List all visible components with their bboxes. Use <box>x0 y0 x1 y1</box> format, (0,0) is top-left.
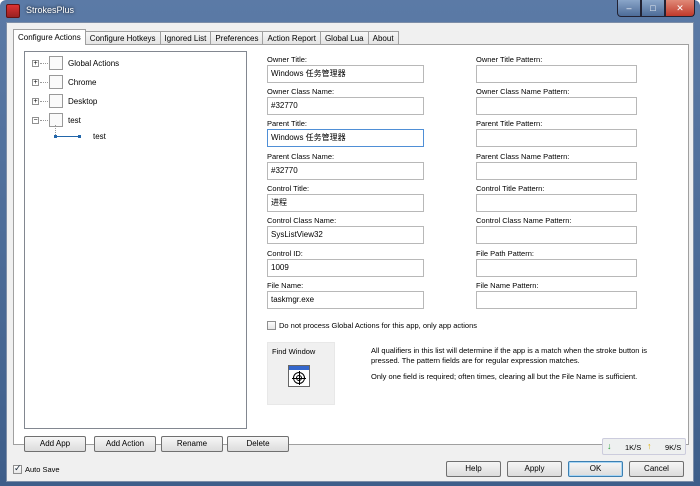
tab-global-lua[interactable]: Global Lua <box>319 31 369 45</box>
tab-preferences[interactable]: Preferences <box>210 31 264 45</box>
tab-about[interactable]: About <box>367 31 399 45</box>
add-action-button[interactable]: Add Action <box>94 436 156 452</box>
tree-connector <box>40 81 48 83</box>
parent-class-name-pattern-label: Parent Class Name Pattern: <box>476 152 570 161</box>
owner-class-name-pattern-label: Owner Class Name Pattern: <box>476 87 570 96</box>
owner-class-name-input[interactable]: #32770 <box>267 97 424 115</box>
tree-item-global-actions[interactable]: + Global Actions <box>32 55 119 71</box>
rename-button[interactable]: Rename <box>161 436 223 452</box>
file-path-pattern-label: File Path Pattern: <box>476 249 534 258</box>
no-global-actions-checkbox[interactable] <box>267 321 276 330</box>
window-title: StrokesPlus <box>26 5 75 15</box>
strokesplus-window: StrokesPlus – □ ✕ Configure Actions Conf… <box>0 0 700 486</box>
app-icon <box>6 4 20 18</box>
collapse-icon[interactable]: − <box>32 116 39 124</box>
tree-item-label: test <box>93 132 106 141</box>
parent-class-name-pattern-input[interactable] <box>476 162 637 180</box>
parent-title-pattern-label: Parent Title Pattern: <box>476 119 543 128</box>
file-name-pattern-label: File Name Pattern: <box>476 281 539 290</box>
tree-connector <box>40 119 48 121</box>
network-monitor-widget: ↓ 1K/S ↑ 9K/S <box>602 438 686 455</box>
crosshair-target-icon[interactable] <box>288 365 310 387</box>
auto-save-label: Auto Save <box>25 465 60 474</box>
auto-save-checkbox[interactable] <box>13 463 22 474</box>
download-speed: 1K/S <box>625 443 642 452</box>
file-path-pattern-input[interactable] <box>476 259 637 277</box>
ok-button[interactable]: OK <box>568 461 623 477</box>
control-class-name-pattern-input[interactable] <box>476 226 637 244</box>
control-title-input[interactable]: 进程 <box>267 194 424 212</box>
tree-item-label: Global Actions <box>68 58 120 68</box>
parent-title-pattern-input[interactable] <box>476 129 637 147</box>
info-text-line-1: All qualifiers in this list will determi… <box>371 346 647 355</box>
tree-item-test-action[interactable]: test <box>54 132 106 141</box>
find-window-title: Find Window <box>272 347 316 356</box>
cancel-button[interactable]: Cancel <box>629 461 684 477</box>
owner-title-input[interactable]: Windows 任务管理器 <box>267 65 424 83</box>
tree-item-label: test <box>68 115 81 125</box>
tree-item-chrome[interactable]: + Chrome <box>32 74 96 90</box>
upload-speed: 9K/S <box>665 443 682 452</box>
expand-icon[interactable]: + <box>32 59 39 67</box>
control-id-input[interactable]: 1009 <box>267 259 424 277</box>
add-app-button[interactable]: Add App <box>24 436 86 452</box>
upload-arrow-icon: ↑ <box>647 441 652 451</box>
control-class-name-input[interactable]: SysListView32 <box>267 226 424 244</box>
minimize-button[interactable]: – <box>617 0 641 17</box>
info-text-line-3: Only one field is required; often times,… <box>371 372 638 381</box>
app-tree[interactable]: + Global Actions + Chrome + Desktop − te… <box>24 51 247 429</box>
tree-item-test[interactable]: − test <box>32 112 81 128</box>
download-arrow-icon: ↓ <box>607 441 612 451</box>
tree-connector <box>40 100 48 102</box>
control-class-name-pattern-label: Control Class Name Pattern: <box>476 216 572 225</box>
control-title-pattern-label: Control Title Pattern: <box>476 184 545 193</box>
parent-title-input[interactable]: Windows 任务管理器 <box>267 129 424 147</box>
tab-configure-actions[interactable]: Configure Actions <box>13 29 86 45</box>
tab-action-report[interactable]: Action Report <box>262 31 321 45</box>
file-name-label: File Name: <box>267 281 304 290</box>
owner-title-pattern-input[interactable] <box>476 65 637 83</box>
tree-connector <box>40 62 48 64</box>
configure-actions-panel: + Global Actions + Chrome + Desktop − te… <box>13 44 689 452</box>
tab-ignored-list[interactable]: Ignored List <box>159 31 212 45</box>
tab-strip: Configure Actions Configure Hotkeys Igno… <box>13 29 399 45</box>
parent-class-name-label: Parent Class Name: <box>267 152 335 161</box>
control-id-label: Control ID: <box>267 249 303 258</box>
dialog-client-area: Configure Actions Configure Hotkeys Igno… <box>6 22 694 482</box>
tab-configure-hotkeys[interactable]: Configure Hotkeys <box>84 31 161 45</box>
control-title-pattern-input[interactable] <box>476 194 637 212</box>
no-global-actions-label: Do not process Global Actions for this a… <box>279 321 478 330</box>
close-button[interactable]: ✕ <box>665 0 695 17</box>
parent-class-name-input[interactable]: #32770 <box>267 162 424 180</box>
info-text-line-2: pressed. The pattern fields are for regu… <box>371 356 580 365</box>
folder-icon <box>49 56 63 70</box>
tree-item-desktop[interactable]: + Desktop <box>32 93 97 109</box>
owner-class-name-pattern-input[interactable] <box>476 97 637 115</box>
help-button[interactable]: Help <box>446 461 501 477</box>
tree-item-label: Desktop <box>68 96 98 106</box>
file-name-input[interactable]: taskmgr.exe <box>267 291 424 309</box>
owner-class-name-label: Owner Class Name: <box>267 87 335 96</box>
folder-icon <box>49 113 63 127</box>
title-bar[interactable]: StrokesPlus – □ ✕ <box>0 0 700 22</box>
control-title-label: Control Title: <box>267 184 310 193</box>
parent-title-label: Parent Title: <box>267 119 308 128</box>
folder-icon <box>49 94 63 108</box>
delete-button[interactable]: Delete <box>227 436 289 452</box>
expand-icon[interactable]: + <box>32 97 39 105</box>
maximize-button[interactable]: □ <box>641 0 665 17</box>
crosshair-vertical <box>299 371 300 385</box>
folder-icon <box>49 75 63 89</box>
control-class-name-label: Control Class Name: <box>267 216 337 225</box>
owner-title-pattern-label: Owner Title Pattern: <box>476 55 543 64</box>
owner-title-label: Owner Title: <box>267 55 308 64</box>
file-name-pattern-input[interactable] <box>476 291 637 309</box>
tree-item-label: Chrome <box>68 77 97 87</box>
find-window-box: Find Window <box>267 342 335 405</box>
expand-icon[interactable]: + <box>32 78 39 86</box>
stroke-gesture-icon <box>54 135 81 138</box>
apply-button[interactable]: Apply <box>507 461 562 477</box>
